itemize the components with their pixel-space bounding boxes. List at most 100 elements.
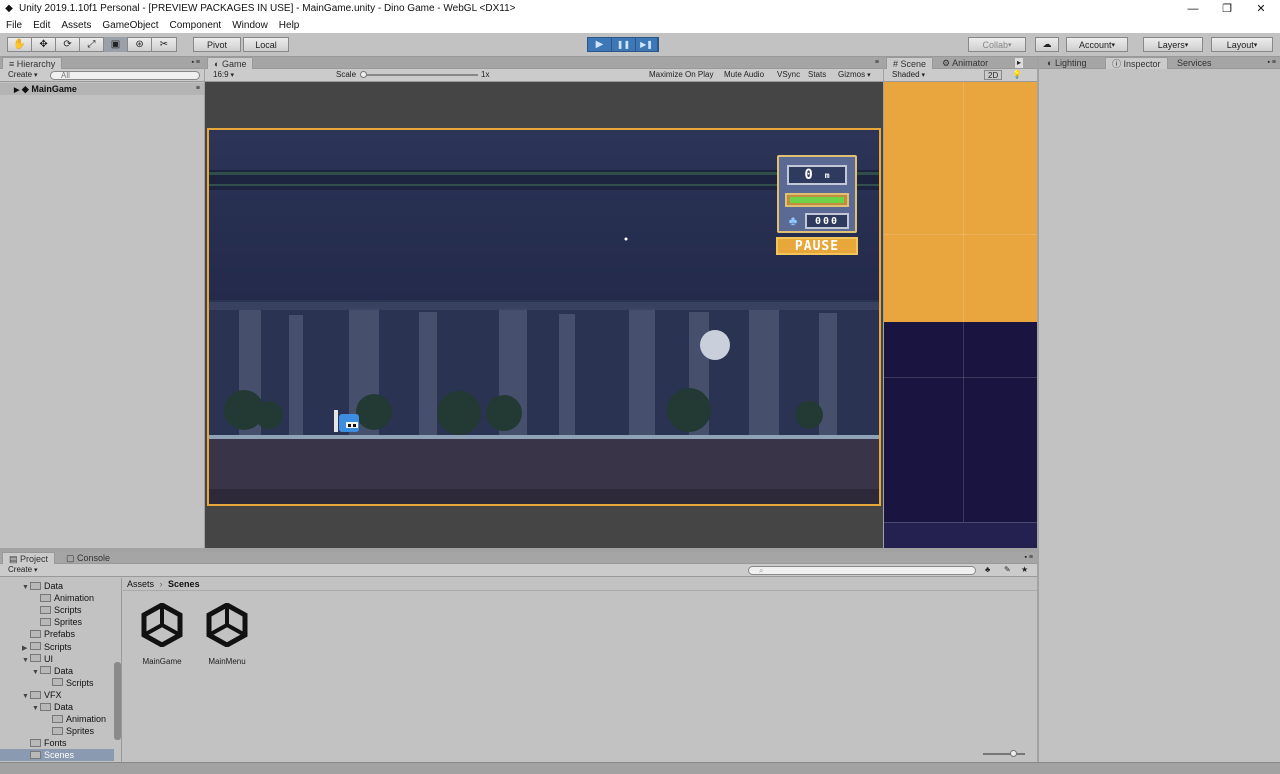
menu-component[interactable]: Component — [164, 20, 227, 31]
asset-label-maingame[interactable]: MainGame — [132, 657, 192, 666]
layers-dropdown[interactable]: Layers — [1143, 37, 1203, 52]
folder-tree-item[interactable]: ▼ VFX — [0, 689, 114, 701]
potion-icon: ♣ — [788, 213, 798, 228]
toggle-vsync[interactable]: VSync — [777, 70, 800, 80]
toggle-2d[interactable]: 2D — [984, 70, 1003, 80]
folder-label: Scripts — [54, 605, 82, 616]
favorites-star-icon[interactable]: ★ — [1021, 565, 1028, 575]
folder-tree-item[interactable]: Fonts — [0, 737, 114, 749]
maximize-button[interactable]: ❐ — [1210, 0, 1244, 17]
folder-tree-item[interactable]: Animation — [0, 713, 114, 725]
game-viewport[interactable]: 0 m ♣ 000 PAUSE — [205, 82, 883, 548]
hierarchy-search-input[interactable] — [50, 71, 200, 80]
layout-dropdown[interactable]: Layout — [1211, 37, 1273, 52]
rect-tool-icon[interactable]: ▣ — [104, 37, 129, 52]
folder-tree-item[interactable]: Sprites — [0, 616, 114, 628]
icon-size-slider[interactable] — [983, 753, 1025, 755]
custom-tool-icon[interactable]: ✂ — [152, 37, 176, 52]
close-button[interactable]: ✕ — [1244, 0, 1278, 17]
tab-inspector[interactable]: ⓘ Inspector — [1105, 57, 1168, 69]
move-tool-icon[interactable]: ✥ — [32, 37, 57, 52]
cloud-button[interactable]: ☁ — [1035, 37, 1059, 52]
folder-tree-item[interactable]: Scripts — [0, 677, 114, 689]
tab-hierarchy[interactable]: ≡ Hierarchy — [2, 57, 63, 69]
hierarchy-scene-row[interactable]: ▶ ◆ MainGame ≡ — [0, 83, 204, 95]
local-toggle[interactable]: Local — [243, 37, 289, 52]
unity-scene-asset-icon[interactable] — [140, 602, 184, 648]
tab-console[interactable]: ▢ Console — [60, 552, 116, 564]
menu-edit[interactable]: Edit — [27, 20, 55, 31]
minimize-button[interactable]: — — [1176, 0, 1210, 17]
menu-window[interactable]: Window — [226, 20, 273, 31]
toggle-mute-audio[interactable]: Mute Audio — [724, 70, 764, 80]
project-search-input[interactable]: ⌕ — [748, 566, 976, 575]
filter-label-icon[interactable]: ✎ — [1004, 565, 1011, 575]
inspector-menu-icon[interactable]: ▪ ≡ — [1267, 58, 1276, 68]
folder-tree-item[interactable]: Scripts — [0, 604, 114, 616]
tab-scene[interactable]: # Scene — [886, 57, 934, 69]
scene-canvas-orange[interactable] — [884, 82, 1037, 322]
hierarchy-tabrow: ≡ Hierarchy ▪ ≡ — [0, 57, 204, 69]
tab-animator[interactable]: ⚙ Animator — [936, 57, 994, 69]
folder-tree-item[interactable]: Animation — [0, 592, 114, 604]
tab-project[interactable]: ▤ Project — [2, 552, 56, 564]
game-panel-menu-icon[interactable]: ≡ — [875, 58, 879, 68]
toggle-maximize-on-play[interactable]: Maximize On Play — [649, 70, 713, 80]
menu-gameobject[interactable]: GameObject — [96, 20, 163, 31]
folder-icon — [30, 581, 41, 590]
folder-icon — [30, 630, 41, 639]
scale-tool-icon[interactable]: ⤢ — [80, 37, 105, 52]
scene-menu-icon[interactable]: ≡ — [196, 83, 200, 95]
tab-game[interactable]: ◐ Game — [207, 57, 254, 69]
account-dropdown[interactable]: Account — [1066, 37, 1128, 52]
folder-tree-item[interactable]: ▼ Data — [0, 701, 114, 713]
tree-scrollbar[interactable] — [114, 662, 121, 740]
scale-slider-track[interactable] — [363, 74, 478, 76]
shading-dropdown[interactable]: Shaded — [892, 70, 980, 80]
pause-button[interactable]: PAUSE — [776, 237, 858, 255]
folder-tree-item[interactable]: ▼ UI — [0, 653, 114, 665]
rotate-tool-icon[interactable]: ⟳ — [56, 37, 81, 52]
menu-file[interactable]: File — [0, 20, 27, 31]
filter-type-icon[interactable]: ♣ — [985, 565, 990, 575]
tab-services[interactable]: Services — [1171, 57, 1218, 69]
panel-menu-icon[interactable]: ▪ ≡ — [191, 58, 200, 68]
unity-scene-asset-icon[interactable] — [205, 602, 249, 648]
project-create-dropdown[interactable]: Create — [8, 565, 37, 575]
folder-tree-item[interactable]: Sprites — [0, 725, 114, 737]
folder-tree-item[interactable]: Scenes — [0, 749, 114, 762]
lightbulb-icon[interactable]: 💡 — [1012, 70, 1022, 80]
layout-label: Layout — [1226, 39, 1254, 50]
gizmos-dropdown[interactable]: Gizmos — [838, 70, 871, 80]
expand-arrow-icon[interactable]: ▶ — [0, 87, 19, 94]
folder-tree-item[interactable]: ▼ Data — [0, 665, 114, 677]
folder-label: UI — [44, 653, 53, 664]
asset-label-mainmenu[interactable]: MainMenu — [197, 657, 257, 666]
scroll-tabs-icon[interactable]: ▸ — [1014, 58, 1023, 68]
hand-tool-icon[interactable]: ✋ — [8, 37, 33, 52]
hierarchy-strip: Create — [0, 69, 204, 82]
tab-lighting[interactable]: ◐ Lighting — [1041, 57, 1092, 69]
breadcrumb-scenes[interactable]: Scenes — [168, 579, 200, 589]
menu-help[interactable]: Help — [273, 20, 305, 31]
breadcrumb-assets[interactable]: Assets — [127, 579, 154, 589]
aspect-dropdown[interactable]: 16:9 — [213, 70, 331, 80]
menu-assets[interactable]: Assets — [55, 20, 96, 31]
folder-tree-item[interactable]: Prefabs — [0, 628, 114, 640]
pivot-toggle[interactable]: Pivot — [193, 37, 241, 52]
play-icon[interactable]: ▶ — [588, 37, 612, 52]
pause-icon[interactable]: ❚❚ — [612, 37, 636, 52]
pivot-label: Pivot — [206, 39, 227, 50]
project-strip: Create ⌕ ♣ ✎ ★ — [0, 564, 1037, 577]
collab-dropdown[interactable]: Collab — [968, 37, 1026, 52]
project-menu-icon[interactable]: ▪ ≡ — [1024, 553, 1033, 563]
hierarchy-create-dropdown[interactable]: Create — [8, 70, 37, 80]
folder-tree-item[interactable]: ▶ Scripts — [0, 641, 114, 653]
step-icon[interactable]: ▶❚ — [636, 37, 658, 52]
transform-tool-icon[interactable]: ⊛ — [128, 37, 153, 52]
folder-tree-item[interactable]: ▼ Data — [0, 580, 114, 592]
toggle-stats[interactable]: Stats — [808, 70, 826, 80]
breadcrumb: Assets › Scenes — [123, 578, 1037, 591]
scale-slider-thumb[interactable] — [360, 71, 367, 78]
icon-size-slider-thumb[interactable] — [1010, 750, 1017, 757]
